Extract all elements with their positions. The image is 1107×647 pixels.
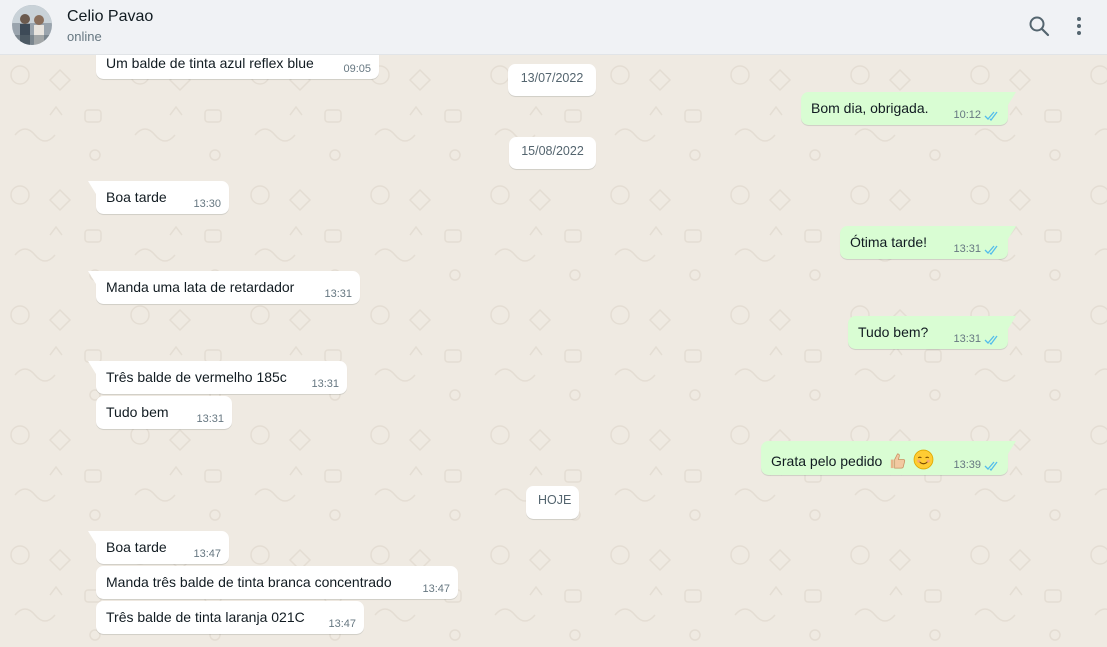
message-time: 09:05: [343, 63, 371, 75]
smiling-face-emoji: [913, 449, 934, 470]
avatar-photo: [12, 5, 52, 45]
date-separator: 13/07/2022: [508, 64, 596, 96]
read-receipt-icon: [984, 245, 998, 255]
message-time: 10:12: [953, 109, 981, 121]
message-time: 13:31: [311, 378, 339, 390]
avatar[interactable]: [12, 5, 52, 45]
message-text: Um balde de tinta azul reflex blue: [106, 55, 314, 71]
message-time: 13:30: [193, 198, 221, 210]
message-time: 13:47: [328, 618, 356, 630]
incoming-message[interactable]: Um balde de tinta azul reflex blue 09:05: [96, 55, 379, 79]
message-text: Boa tarde: [106, 539, 167, 555]
date-separator: HOJE: [526, 486, 579, 519]
read-receipt-icon: [984, 461, 998, 471]
read-receipt-icon: [984, 335, 998, 345]
outgoing-message[interactable]: Tudo bem? 13:31: [848, 316, 1016, 349]
message-text: Boa tarde: [106, 189, 167, 205]
message-text: Três balde de vermelho 185c: [106, 369, 287, 385]
thumbs-up-emoji: [891, 453, 906, 469]
message-time: 13:31: [196, 413, 224, 425]
menu-dots-icon[interactable]: [1067, 14, 1091, 38]
message-text: Grata pelo pedido: [771, 453, 883, 469]
incoming-message[interactable]: Boa tarde 13:47: [88, 531, 229, 564]
incoming-message[interactable]: Tudo bem 13:31: [96, 396, 232, 429]
outgoing-message[interactable]: Bom dia, obrigada. 10:12: [801, 92, 1016, 125]
message-text: Manda uma lata de retardador: [106, 279, 295, 295]
message-list[interactable]: Um balde de tinta azul reflex blue 09:05…: [0, 55, 1107, 647]
read-receipt-icon: [984, 111, 998, 121]
message-time: 13:47: [422, 583, 450, 595]
incoming-message[interactable]: Três balde de vermelho 185c 13:31: [88, 361, 347, 394]
message-text: Tudo bem: [106, 404, 169, 420]
message-time: 13:31: [324, 288, 352, 300]
outgoing-message[interactable]: Ótima tarde! 13:31: [840, 226, 1016, 259]
message-text: Bom dia, obrigada.: [811, 100, 929, 116]
message-text: Tudo bem?: [858, 324, 929, 340]
incoming-message[interactable]: Três balde de tinta laranja 021C 13:47: [96, 601, 364, 634]
message-time: 13:31: [953, 243, 981, 255]
incoming-message[interactable]: Manda três balde de tinta branca concent…: [96, 566, 458, 599]
outgoing-message[interactable]: Grata pelo pedido 13:39: [761, 441, 1016, 475]
search-icon[interactable]: [1027, 14, 1051, 38]
contact-name[interactable]: Celio Pavao: [67, 8, 153, 26]
incoming-message[interactable]: Boa tarde 13:30: [88, 181, 229, 214]
message-time: 13:47: [193, 548, 221, 560]
date-separator: 15/08/2022: [509, 137, 596, 169]
message-time: 13:31: [953, 333, 981, 345]
message-text: Ótima tarde!: [850, 234, 928, 250]
incoming-message[interactable]: Manda uma lata de retardador 13:31: [88, 271, 360, 304]
message-text: Três balde de tinta laranja 021C: [106, 609, 305, 625]
message-text: Manda três balde de tinta branca concent…: [106, 574, 392, 590]
chat-header: Celio Pavao online: [0, 0, 1107, 55]
message-time: 13:39: [953, 459, 981, 471]
contact-status: online: [67, 29, 102, 44]
